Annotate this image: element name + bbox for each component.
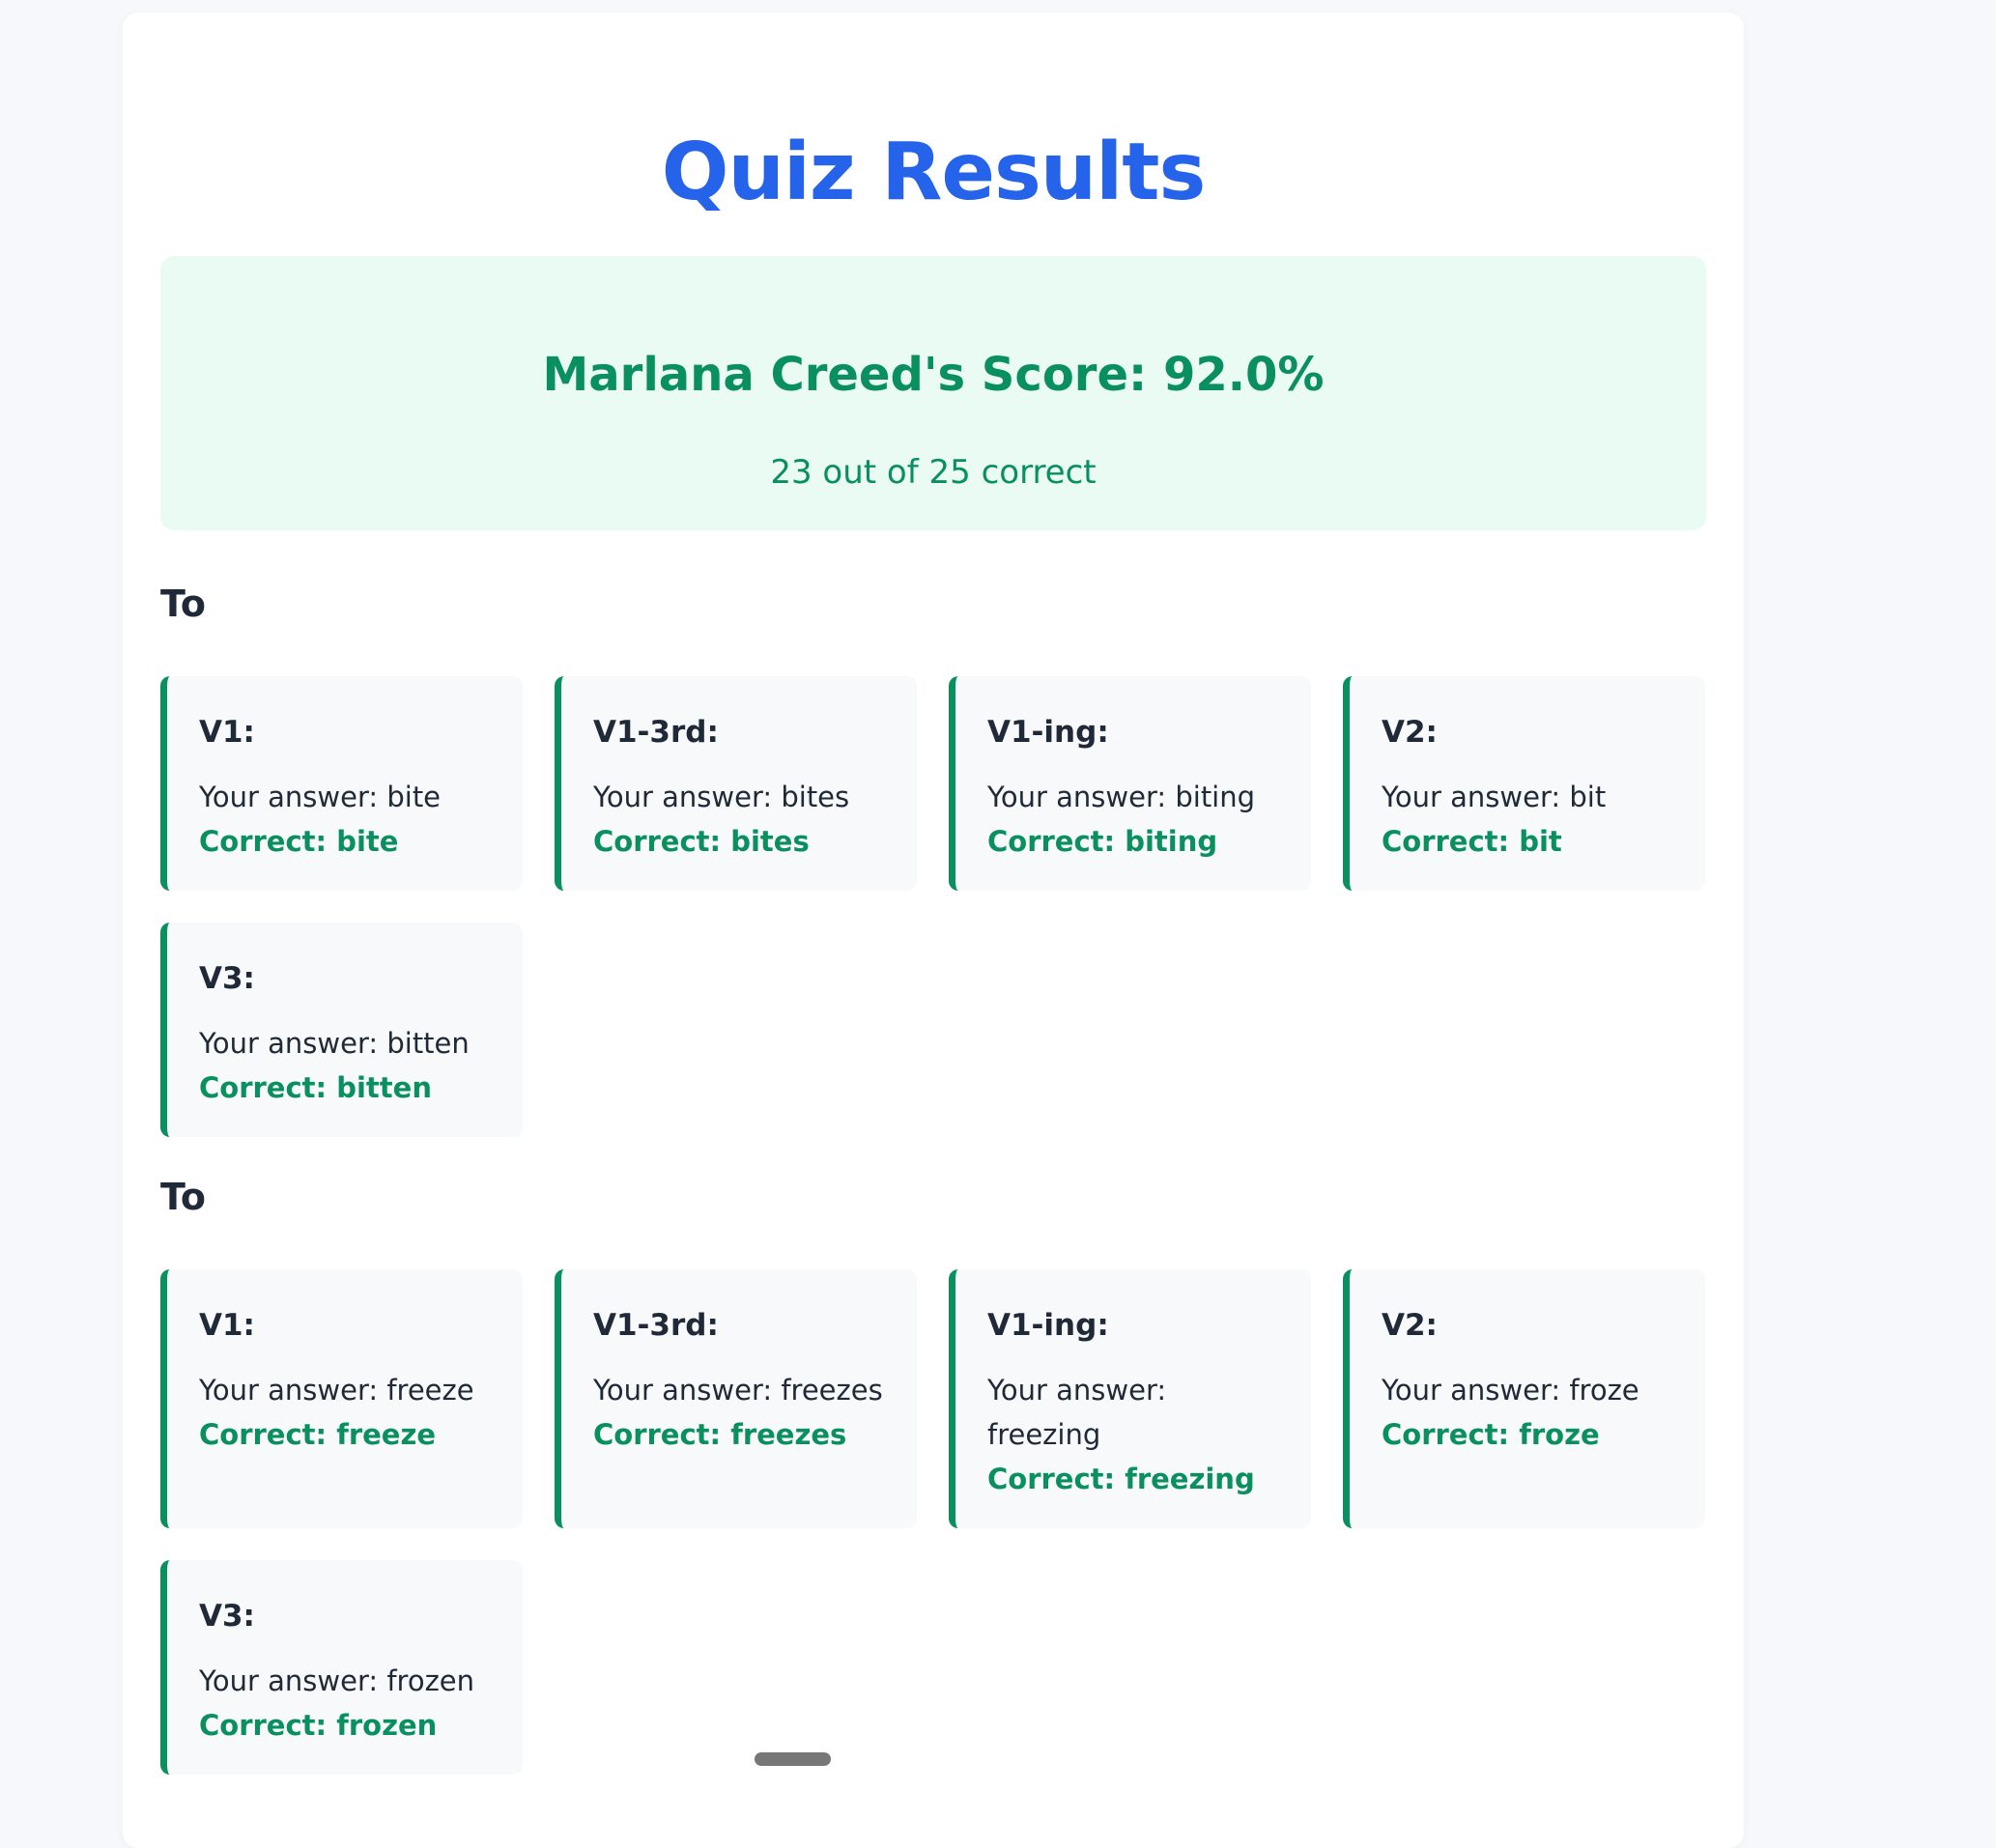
verb-form-label: V3:: [199, 961, 255, 996]
verb-form-label: V1:: [199, 1308, 255, 1343]
user-answer: Your answer: freezes: [593, 1374, 883, 1407]
score-count: 23 out of 25 correct: [770, 453, 1097, 492]
correct-answer: Correct: biting: [987, 825, 1218, 858]
correct-answer: Correct: freezes: [593, 1418, 847, 1451]
correct-answer: Correct: frozen: [199, 1709, 438, 1742]
section-heading: To: [160, 1176, 206, 1218]
answer-card: V1: Your answer: bite Correct: bite: [160, 676, 523, 891]
verb-form-label: V1-3rd:: [593, 1308, 719, 1343]
user-answer: Your answer: frozen: [199, 1664, 475, 1697]
answer-card: V2: Your answer: bit Correct: bit: [1343, 676, 1705, 891]
page-title: Quiz Results: [661, 127, 1207, 218]
verb-form-label: V2:: [1382, 715, 1438, 750]
correct-answer: Correct: bit: [1382, 825, 1562, 858]
answer-card: V1-ing: Your answer: biting Correct: bit…: [949, 676, 1311, 891]
answer-card: V1-3rd: Your answer: freezes Correct: fr…: [555, 1269, 917, 1528]
answer-card: V2: Your answer: froze Correct: froze: [1343, 1269, 1705, 1528]
correct-answer: Correct: bite: [199, 825, 399, 858]
verb-form-label: V1-ing:: [987, 1308, 1109, 1343]
answer-card: V1-3rd: Your answer: bites Correct: bite…: [555, 676, 917, 891]
user-answer: Your answer: biting: [987, 781, 1256, 813]
answer-grid: V1: Your answer: freeze Correct: freeze …: [160, 1269, 1706, 1775]
answer-card: V1-ing: Your answer: freezing Correct: f…: [949, 1269, 1311, 1528]
score-title: Marlana Creed's Score: 92.0%: [542, 348, 1325, 402]
correct-answer: Correct: bitten: [199, 1071, 432, 1104]
answer-card: V1: Your answer: freeze Correct: freeze: [160, 1269, 523, 1528]
verb-form-label: V1:: [199, 715, 255, 750]
answer-card: V3: Your answer: bitten Correct: bitten: [160, 923, 523, 1137]
user-answer: Your answer: freeze: [199, 1374, 474, 1407]
score-summary-box: Marlana Creed's Score: 92.0% 23 out of 2…: [160, 256, 1706, 530]
user-answer: Your answer: bite: [199, 781, 442, 813]
user-answer: Your answer: froze: [1382, 1374, 1640, 1407]
user-answer: Your answer: bitten: [199, 1027, 470, 1060]
results-card: Quiz Results Marlana Creed's Score: 92.0…: [123, 13, 1744, 1848]
correct-answer: Correct: freezing: [987, 1463, 1255, 1495]
verb-form-label: V1-3rd:: [593, 715, 719, 750]
correct-answer: Correct: bites: [593, 825, 810, 858]
answer-card: V3: Your answer: frozen Correct: frozen: [160, 1560, 523, 1775]
verb-form-label: V2:: [1382, 1308, 1438, 1343]
section-heading: To: [160, 583, 206, 625]
user-answer: Your answer: bit: [1382, 781, 1607, 813]
verb-form-label: V3:: [199, 1599, 255, 1634]
verb-form-label: V1-ing:: [987, 715, 1109, 750]
scroll-handle[interactable]: [755, 1752, 831, 1766]
correct-answer: Correct: froze: [1382, 1418, 1600, 1451]
correct-answer: Correct: freeze: [199, 1418, 437, 1451]
user-answer: Your answer: bites: [593, 781, 850, 813]
user-answer: Your answer: freezing: [987, 1374, 1167, 1451]
answer-grid: V1: Your answer: bite Correct: bite V1-3…: [160, 676, 1706, 1137]
